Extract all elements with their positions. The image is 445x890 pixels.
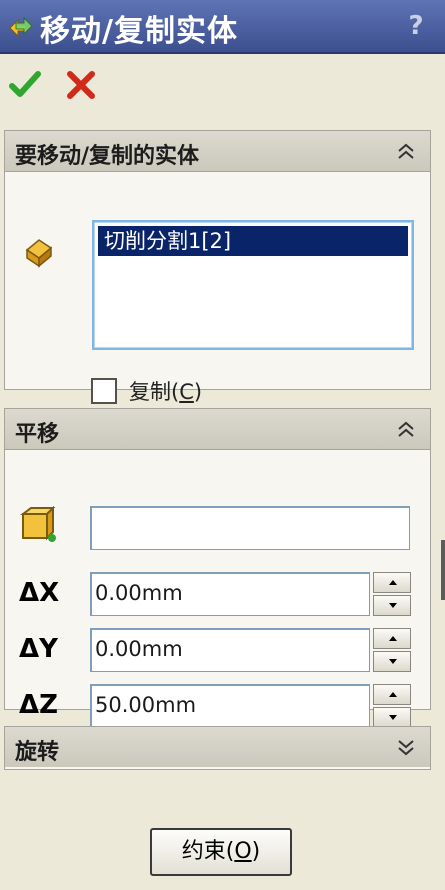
spin-up-button[interactable] xyxy=(373,572,411,593)
delta-x-input[interactable]: 0.00mm xyxy=(90,572,370,616)
delta-z-input[interactable]: 50.00mm xyxy=(90,684,370,728)
selected-bodies-list[interactable]: 切削分割1[2] xyxy=(92,220,414,350)
reference-entity-field[interactable] xyxy=(90,506,410,550)
translate-panel: 平移 ΔX 0.00mm ΔY 0.00mm ΔZ 50.00mm xyxy=(4,408,431,728)
copy-checkbox[interactable] xyxy=(91,378,117,404)
spin-down-button[interactable] xyxy=(373,595,411,616)
bodies-panel-title: 要移动/复制的实体 xyxy=(15,144,200,169)
move-copy-body-icon xyxy=(9,16,33,38)
rotate-panel-header[interactable]: 旋转 xyxy=(5,727,430,767)
delta-y-label: ΔY xyxy=(19,634,58,664)
window-titlebar: 移动/复制实体 ? xyxy=(0,0,445,54)
delta-y-input[interactable]: 0.00mm xyxy=(90,628,370,672)
solid-body-icon xyxy=(25,239,53,268)
collapse-chevron-icon[interactable] xyxy=(394,417,418,441)
rotate-panel: 旋转 xyxy=(4,726,431,770)
copy-checkbox-label: 复制(C) xyxy=(129,380,203,404)
window-title: 移动/复制实体 xyxy=(40,14,238,49)
constraints-button[interactable]: 约束(O) xyxy=(150,828,292,876)
delta-y-spinner[interactable] xyxy=(373,628,411,672)
ok-check-icon[interactable] xyxy=(8,68,42,102)
delta-z-spinner[interactable] xyxy=(373,684,411,728)
rotate-panel-title: 旋转 xyxy=(15,740,60,765)
vertex-reference-icon xyxy=(20,506,56,542)
scrollbar[interactable] xyxy=(441,540,445,600)
translate-panel-title: 平移 xyxy=(15,422,60,447)
spin-down-button[interactable] xyxy=(373,651,411,672)
cancel-x-icon[interactable] xyxy=(64,68,98,102)
list-item[interactable]: 切削分割1[2] xyxy=(98,226,408,256)
spin-down-button[interactable] xyxy=(373,707,411,728)
delta-z-label: ΔZ xyxy=(19,690,58,720)
bodies-panel-header[interactable]: 要移动/复制的实体 xyxy=(5,131,430,172)
delta-x-label: ΔX xyxy=(19,578,60,608)
delta-x-spinner[interactable] xyxy=(373,572,411,616)
translate-panel-header[interactable]: 平移 xyxy=(5,409,430,450)
bodies-to-move-panel: 要移动/复制的实体 切削分割1[2] 复制(C) xyxy=(4,130,431,404)
help-button[interactable]: ? xyxy=(397,8,435,44)
spin-up-button[interactable] xyxy=(373,628,411,649)
expand-chevron-icon[interactable] xyxy=(394,735,418,759)
collapse-chevron-icon[interactable] xyxy=(394,139,418,163)
spin-up-button[interactable] xyxy=(373,684,411,705)
